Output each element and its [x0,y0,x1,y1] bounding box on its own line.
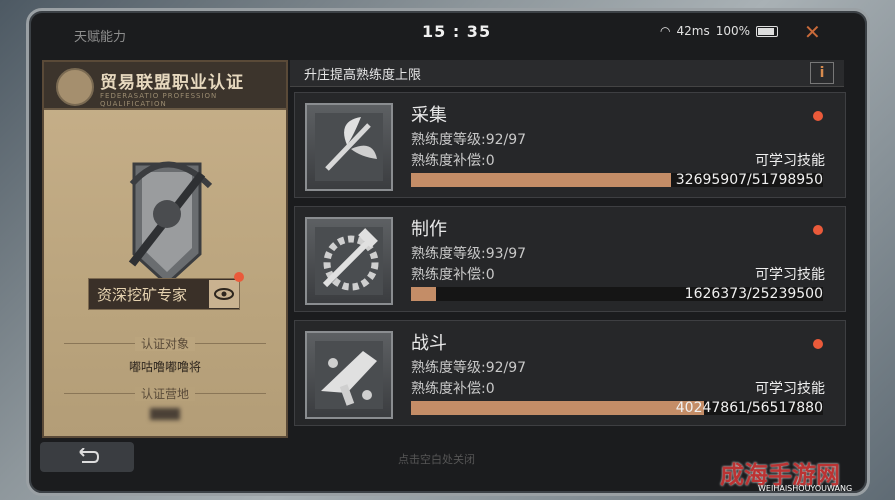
rank-title-button[interactable]: 资深挖矿专家 [88,278,240,310]
eye-icon[interactable] [209,280,239,308]
close-icon[interactable]: ✕ [804,20,821,44]
progress-text: 40247861/56517880 [675,400,823,416]
card-title: 贸易联盟职业认证 [100,73,244,93]
skill-compensation: 熟练度补偿:0 [411,153,495,169]
skill-level: 熟练度等级:92/97 [411,132,527,148]
location-label-text: 认证营地 [134,387,195,401]
progress-text: 1626373/25239500 [684,286,823,302]
location-value-obscured [150,408,180,420]
page-title: 天赋能力 [74,30,127,45]
card-header: 贸易联盟职业认证 FEDERASATIO PROFESSION QUALIFIC… [44,62,286,110]
skill-compensation: 熟练度补偿:0 [411,381,495,397]
back-button[interactable] [40,442,134,472]
notification-dot [234,272,244,282]
skill-name: 战斗 [411,333,447,354]
progress-bar: 32695907/51798950 [411,172,823,188]
close-hint: 点击空白处关闭 [398,453,475,466]
watermark-url: WEIHAISHOUYOUWANG [758,484,853,493]
wifi-icon: ◠ [660,24,671,38]
progress-fill [411,173,671,187]
guild-logo-icon [56,68,94,106]
battery-text: 100% [715,24,751,38]
mining-pickaxe-icon [128,161,212,287]
upgrade-banner: 升庄提高熟练度上限 i [290,60,844,87]
skill-row-crafting[interactable]: 制作 熟练度等级:93/97 熟练度补偿:0 可学习技能 1626373/252… [294,206,846,312]
progress-fill [411,287,436,301]
crafting-icon [305,217,393,305]
rank-label: 资深挖矿专家 [97,285,188,304]
learnable-label: 可学习技能 [755,153,825,169]
learnable-label: 可学习技能 [755,267,825,283]
combat-gun-icon [305,331,393,419]
skill-row-combat[interactable]: 战斗 熟练度等级:92/97 熟练度补偿:0 可学习技能 40247861/56… [294,320,846,426]
skill-compensation: 熟练度补偿:0 [411,267,495,283]
notification-dot [813,111,823,121]
notification-dot [813,225,823,235]
status-area: ◠ 42ms 100% [660,24,779,38]
notification-dot [813,339,823,349]
certification-card: 贸易联盟职业认证 FEDERASATIO PROFESSION QUALIFIC… [42,60,288,438]
skill-row-gathering[interactable]: 采集 熟练度等级:92/97 熟练度补偿:0 可学习技能 32695907/51… [294,92,846,198]
clock: 15 : 35 [422,22,492,41]
battery-icon [756,25,779,37]
back-arrow-icon [79,448,100,463]
progress-bar: 40247861/56517880 [411,400,823,416]
card-subtitle: FEDERASATIO PROFESSION QUALIFICATION [100,92,218,108]
target-label-text: 认证对象 [134,337,195,351]
progress-text: 32695907/51798950 [675,172,823,188]
top-bar: 天赋能力 15 : 35 ◠ 42ms 100% ✕ [40,18,850,46]
progress-bar: 1626373/25239500 [411,286,823,302]
info-button[interactable]: i [810,62,834,84]
skill-name: 制作 [411,219,447,240]
learnable-label: 可学习技能 [755,381,825,397]
target-value: 嘟咕噜嘟噜将 [128,360,201,374]
progress-fill [411,401,704,415]
target-label: 认证对象 [44,335,286,352]
gathering-icon [305,103,393,191]
skill-name: 采集 [411,105,447,126]
banner-text: 升庄提高熟练度上限 [304,68,422,83]
skill-level: 熟练度等级:93/97 [411,246,527,262]
skill-level: 熟练度等级:92/97 [411,360,527,376]
location-label: 认证营地 [44,385,286,402]
signal-text: 42ms [676,24,710,38]
